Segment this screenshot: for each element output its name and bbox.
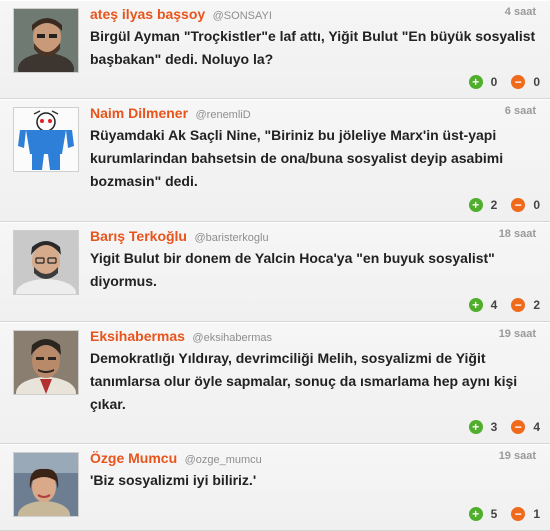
author-handle[interactable]: @ozge_mumcu [185,454,262,466]
plus-circle-icon: + [468,507,483,521]
upvote-button[interactable]: + 3 [468,420,498,434]
upvote-button[interactable]: + 2 [468,198,498,212]
tweet-item: Barış Terkoğlu @baristerkoglu 18 saat Yi… [0,222,550,322]
upvote-count: 5 [490,507,498,521]
avatar[interactable] [13,452,79,517]
plus-circle-icon: + [468,298,483,312]
author-name[interactable]: Eksihabermas [90,328,185,344]
vote-controls: + 0 − 0 [468,75,540,89]
plus-circle-icon: + [468,198,483,212]
plus-circle-icon: + [468,75,483,89]
timestamp[interactable]: 19 saat [499,450,536,462]
author-name[interactable]: Özge Mumcu [90,450,177,466]
upvote-count: 2 [490,198,498,212]
tweet-text: Birgül Ayman "Troçkistler"e laf attı, Yi… [90,28,536,67]
author-handle[interactable]: @eksihabermas [192,332,272,344]
tweet-text: Demokratlığı Yıldıray, devrimciliği Meli… [90,350,518,412]
avatar[interactable] [13,8,79,73]
downvote-button[interactable]: − 2 [511,298,540,312]
downvote-count: 2 [533,298,540,312]
tweet-item: Özge Mumcu @ozge_mumcu 19 saat 'Biz sosy… [0,444,550,531]
vote-controls: + 3 − 4 [468,420,540,434]
vote-controls: + 4 − 2 [468,298,540,312]
timestamp[interactable]: 18 saat [499,228,536,240]
avatar[interactable] [13,230,79,295]
downvote-count: 0 [533,198,540,212]
avatar[interactable] [13,330,79,395]
downvote-count: 4 [533,420,540,434]
tweet-item: Eksihabermas @eksihabermas 19 saat Demok… [0,322,550,444]
author-name[interactable]: ateş ilyas başsoy [90,6,205,22]
downvote-button[interactable]: − 1 [511,507,540,521]
upvote-count: 0 [490,75,498,89]
avatar[interactable] [13,107,79,172]
tweet-item: ateş ilyas başsoy @SONSAYI 4 saat Birgül… [0,0,550,99]
downvote-count: 1 [533,507,540,521]
downvote-button[interactable]: − 0 [511,198,540,212]
plus-circle-icon: + [468,420,483,434]
minus-circle-icon: − [511,198,526,212]
author-handle[interactable]: @SONSAYI [213,10,272,22]
author-handle[interactable]: @baristerkoglu [194,232,268,244]
minus-circle-icon: − [511,75,526,89]
upvote-count: 4 [490,298,498,312]
upvote-count: 3 [490,420,498,434]
upvote-button[interactable]: + 5 [468,507,498,521]
minus-circle-icon: − [511,298,526,312]
vote-controls: + 5 − 1 [468,507,540,521]
minus-circle-icon: − [511,507,526,521]
downvote-button[interactable]: − 4 [511,420,540,434]
upvote-button[interactable]: + 0 [468,75,498,89]
tweet-text: Yigit Bulut bir donem de Yalcin Hoca'ya … [90,250,495,289]
tweet-text: Rüyamdaki Ak Saçli Nine, "Biriniz bu jöl… [90,127,504,189]
author-handle[interactable]: @renemliD [196,109,251,121]
timestamp[interactable]: 6 saat [505,105,536,117]
tweet-feed: ateş ilyas başsoy @SONSAYI 4 saat Birgül… [0,0,550,531]
tweet-text: 'Biz sosyalizmi iyi biliriz.' [90,472,257,488]
upvote-button[interactable]: + 4 [468,298,498,312]
author-name[interactable]: Naim Dilmener [90,105,188,121]
downvote-count: 0 [533,75,540,89]
minus-circle-icon: − [511,420,526,434]
author-name[interactable]: Barış Terkoğlu [90,228,187,244]
timestamp[interactable]: 19 saat [499,328,536,340]
timestamp[interactable]: 4 saat [505,6,536,18]
downvote-button[interactable]: − 0 [511,75,540,89]
vote-controls: + 2 − 0 [468,198,540,212]
tweet-item: Naim Dilmener @renemliD 6 saat Rüyamdaki… [0,99,550,222]
